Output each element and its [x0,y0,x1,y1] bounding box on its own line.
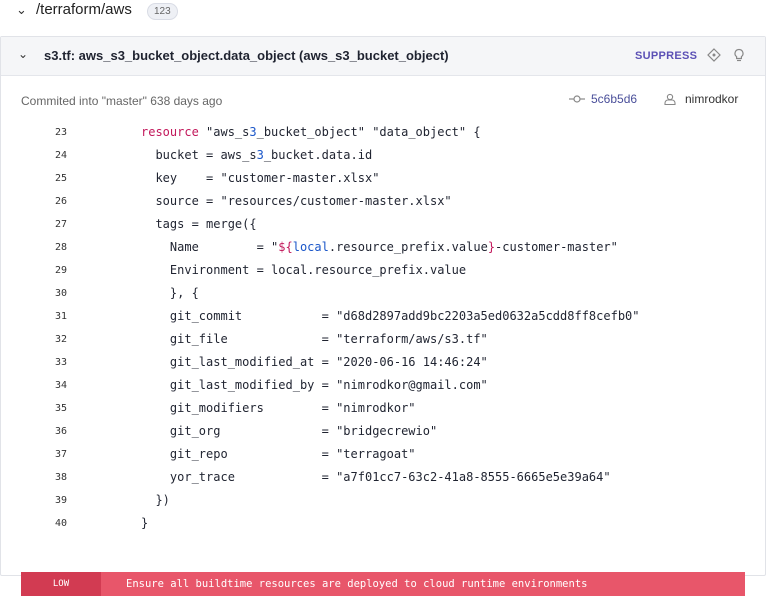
line-number: 40 [54,518,67,529]
code-line: 31 git_commit = "d68d2897add9bc2203a5ed0… [1,305,765,328]
line-number: 25 [54,173,67,184]
code-text: Name = "${local.resource_prefix.value}-c… [141,240,618,254]
code-text: git_file = "terraform/aws/s3.tf" [141,332,488,346]
folder-header[interactable]: ⌄ /terraform/aws 123 [0,0,776,28]
code-text: bucket = aws_s3_bucket.data.id [141,148,373,162]
suppress-button[interactable]: SUPPRESS [635,50,697,62]
code-text: } [141,516,149,530]
line-number: 31 [54,311,67,322]
commit-link[interactable]: 5c6b5d6 [569,92,637,106]
code-line: 29 Environment = local.resource_prefix.v… [1,259,765,282]
line-number: 27 [54,219,67,230]
code-text: git_commit = "d68d2897add9bc2203a5ed0632… [141,309,640,323]
user-icon [664,93,676,105]
code-text: }) [141,493,170,507]
code-line: 33 git_last_modified_at = "2020-06-16 14… [1,351,765,374]
line-number: 24 [54,150,67,161]
line-number: 36 [54,426,67,437]
code-text: git_repo = "terragoat" [141,447,416,461]
line-number: 38 [54,472,67,483]
line-number: 39 [54,495,67,506]
code-line: 39 }) [1,489,765,512]
author-name: nimrodkor [685,92,739,106]
line-number: 30 [54,288,67,299]
count-badge: 123 [147,3,178,20]
code-text: yor_trace = "a7f01cc7-63c2-41a8-8555-666… [141,470,611,484]
line-number: 26 [54,196,67,207]
code-text: key = "customer-master.xlsx" [141,171,380,185]
code-text: git_modifiers = "nimrodkor" [141,401,416,415]
author: nimrodkor [664,92,738,106]
code-line: 30 }, { [1,282,765,305]
line-number: 34 [54,380,67,391]
line-number: 29 [54,265,67,276]
chevron-down-icon[interactable]: ⌄ [16,2,27,18]
finding-panel: ⌄ s3.tf: aws_s3_bucket_object.data_objec… [0,36,766,596]
code-text: resource "aws_s3_bucket_object" "data_ob… [141,125,481,139]
code-text: tags = merge({ [141,217,257,231]
code-line: 40} [1,512,765,535]
code-text: source = "resources/customer-master.xlsx… [141,194,452,208]
code-line: 32 git_file = "terraform/aws/s3.tf" [1,328,765,351]
commit-meta: Commited into "master" 638 days ago [21,94,223,108]
code-text: }, { [141,286,199,300]
panel-header[interactable]: ⌄ s3.tf: aws_s3_bucket_object.data_objec… [1,37,765,76]
code-line: 24 bucket = aws_s3_bucket.data.id [1,144,765,167]
folder-path: /terraform/aws [36,1,132,18]
code-line: 34 git_last_modified_by = "nimrodkor@gma… [1,374,765,397]
resource-title: s3.tf: aws_s3_bucket_object.data_object … [44,48,449,63]
commit-hash[interactable]: 5c6b5d6 [591,92,637,106]
line-number: 37 [54,449,67,460]
line-number: 28 [54,242,67,253]
line-number: 32 [54,334,67,345]
code-text: git_last_modified_at = "2020-06-16 14:46… [141,355,488,369]
code-line: 37 git_repo = "terragoat" [1,443,765,466]
code-line: 26 source = "resources/customer-master.x… [1,190,765,213]
violation-message: Ensure all buildtime resources are deplo… [126,578,588,590]
line-number: 23 [54,127,67,138]
code-text: git_last_modified_by = "nimrodkor@gmail.… [141,378,488,392]
code-line: 38 yor_trace = "a7f01cc7-63c2-41a8-8555-… [1,466,765,489]
commit-icon [569,95,585,103]
code-line: 35 git_modifiers = "nimrodkor" [1,397,765,420]
code-line: 28 Name = "${local.resource_prefix.value… [1,236,765,259]
code-line: 25 key = "customer-master.xlsx" [1,167,765,190]
violation-banner[interactable]: LOW Ensure all buildtime resources are d… [21,572,745,596]
code-line: 27 tags = merge({ [1,213,765,236]
diamond-icon[interactable] [707,48,721,62]
code-line: 23 resource "aws_s3_bucket_object" "data_… [1,121,765,144]
lightbulb-icon[interactable] [732,48,746,62]
severity-badge: LOW [21,572,101,596]
code-text: git_org = "bridgecrewio" [141,424,438,438]
chevron-down-icon[interactable]: ⌄ [18,47,28,61]
code-line: 36 git_org = "bridgecrewio" [1,420,765,443]
line-number: 33 [54,357,67,368]
code-text: Environment = local.resource_prefix.valu… [141,263,467,277]
line-number: 35 [54,403,67,414]
